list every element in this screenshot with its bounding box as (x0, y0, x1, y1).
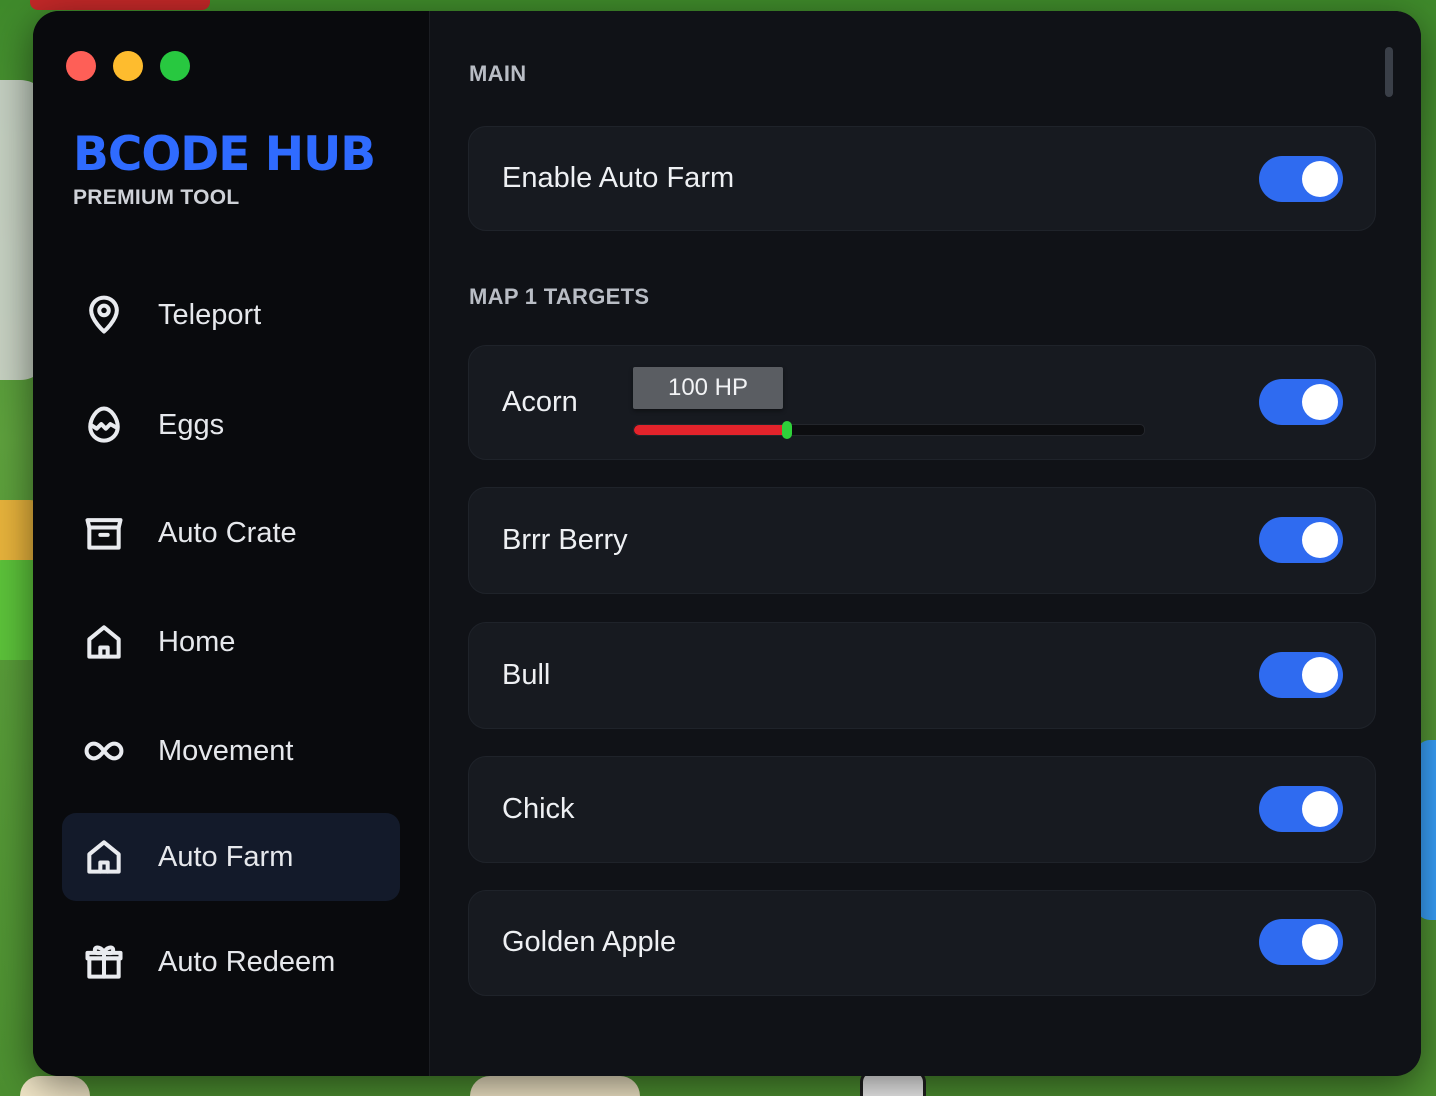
home-icon (82, 835, 126, 879)
sidebar-item-label: Auto Redeem (158, 945, 336, 978)
target-row-brrr-berry: Brrr Berry (468, 487, 1376, 594)
sidebar-item-eggs[interactable]: Eggs (62, 381, 400, 469)
target-row-bull: Bull (468, 622, 1376, 729)
sidebar-item-auto-crate[interactable]: Auto Crate (62, 489, 400, 577)
target-row-golden-apple: Golden Apple (468, 890, 1376, 996)
target-toggle-acorn[interactable] (1259, 379, 1343, 425)
sidebar-item-label: Auto Farm (158, 840, 294, 873)
target-toggle-golden-apple[interactable] (1259, 919, 1343, 965)
sidebar-item-label: Eggs (158, 408, 225, 441)
hp-bar (633, 421, 1145, 439)
target-row-chick: Chick (468, 756, 1376, 863)
brand: BCODE HUB PREMIUM TOOL (73, 127, 376, 210)
target-toggle-bull[interactable] (1259, 652, 1343, 698)
target-toggle-brrr-berry[interactable] (1259, 517, 1343, 563)
app-subtitle: PREMIUM TOOL (73, 186, 240, 209)
sidebar: BCODE HUB PREMIUM TOOL Teleport Eggs Aut… (33, 11, 430, 1076)
sidebar-item-home[interactable]: Home (62, 598, 400, 686)
scrollbar[interactable] (1385, 47, 1393, 97)
infinity-icon (82, 729, 126, 773)
hp-badge: 100 HP (633, 367, 783, 409)
target-label: Chick (502, 793, 575, 825)
hp-bar-fill (634, 425, 787, 435)
window-controls (66, 51, 190, 81)
app-title: BCODE HUB (73, 127, 376, 182)
target-toggle-chick[interactable] (1259, 786, 1343, 832)
target-label: Acorn (502, 386, 578, 418)
hp-bar-marker (782, 421, 792, 439)
maximize-window-button[interactable] (160, 51, 190, 81)
sidebar-item-auto-farm[interactable]: Auto Farm (62, 813, 400, 901)
sidebar-item-label: Auto Crate (158, 516, 297, 549)
close-window-button[interactable] (66, 51, 96, 81)
main-panel: MAIN Enable Auto Farm MAP 1 TARGETS Acor… (430, 11, 1421, 1076)
gift-icon (82, 940, 126, 984)
map-pin-icon (82, 293, 126, 337)
section-title-main: MAIN (469, 61, 527, 86)
enable-auto-farm-row: Enable Auto Farm (468, 126, 1376, 231)
sidebar-item-movement[interactable]: Movement (62, 707, 400, 795)
sidebar-item-auto-redeem[interactable]: Auto Redeem (62, 918, 400, 1006)
enable-auto-farm-label: Enable Auto Farm (502, 162, 735, 194)
target-label: Brrr Berry (502, 524, 628, 556)
sidebar-item-label: Movement (158, 734, 294, 767)
target-label: Golden Apple (502, 926, 677, 958)
crate-icon (82, 511, 126, 555)
hub-window: BCODE HUB PREMIUM TOOL Teleport Eggs Aut… (33, 11, 1421, 1076)
target-row-acorn: Acorn 100 HP (468, 345, 1376, 460)
enable-auto-farm-toggle[interactable] (1259, 156, 1343, 202)
sidebar-item-teleport[interactable]: Teleport (62, 271, 400, 359)
sidebar-item-label: Home (158, 625, 236, 658)
minimize-window-button[interactable] (113, 51, 143, 81)
home-icon (82, 620, 126, 664)
section-title-map-targets: MAP 1 TARGETS (469, 284, 650, 309)
target-label: Bull (502, 659, 551, 691)
sidebar-item-label: Teleport (158, 298, 262, 331)
egg-icon (82, 403, 126, 447)
